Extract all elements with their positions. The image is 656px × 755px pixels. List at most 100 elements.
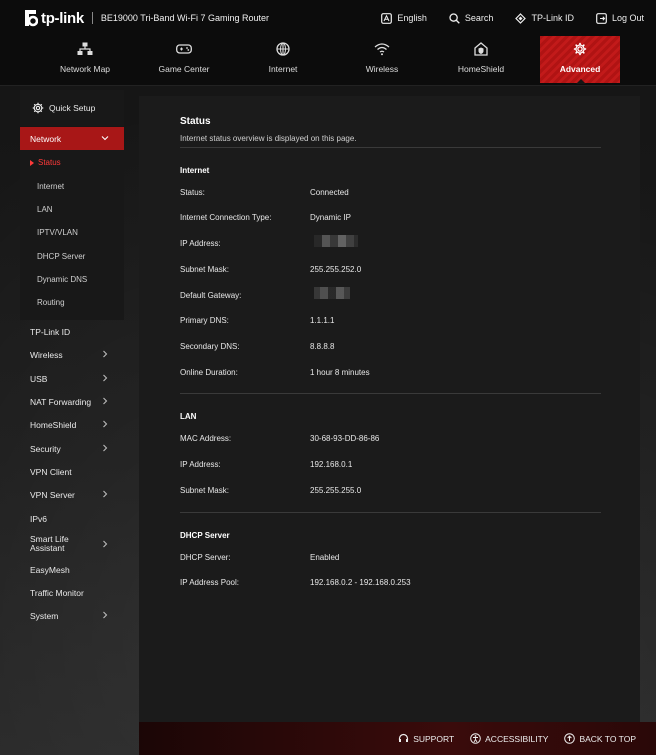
sidebar-subitem-lan[interactable]: LAN <box>20 198 124 221</box>
sidebar-subitem-iptv[interactable]: IPTV/VLAN <box>20 221 124 244</box>
back-to-top-label: BACK TO TOP <box>579 733 636 744</box>
quick-setup-gear-icon <box>32 102 44 114</box>
tab-label: HomeShield <box>457 64 505 74</box>
logout-link[interactable]: Log Out <box>596 12 644 24</box>
tab-label: Advanced <box>559 64 601 74</box>
tplink-id-label: TP-Link ID <box>531 13 574 23</box>
gear-icon <box>573 42 587 56</box>
logout-label: Log Out <box>611 13 644 23</box>
sidebar-item-wireless[interactable]: Wireless <box>20 343 124 366</box>
sidebar-item-security[interactable]: Security <box>20 437 124 460</box>
logo-separator <box>91 12 93 24</box>
sidebar-item-vpn-server[interactable]: VPN Server <box>20 483 124 506</box>
chevron-right-icon <box>103 540 108 548</box>
homeshield-icon <box>474 42 488 56</box>
main-nav: Network Map Game Center Internet Wireles… <box>0 36 656 86</box>
tplink-id-link[interactable]: TP-Link ID <box>515 12 574 24</box>
sidebar-item-tplink-id[interactable]: TP-Link ID <box>20 320 124 343</box>
ip-pool-label: IP Address Pool: <box>180 578 239 587</box>
tab-wireless[interactable]: Wireless <box>342 36 422 83</box>
chevron-up-icon <box>101 136 109 141</box>
brand[interactable]: tp-link BE19000 Tri-Band Wi-Fi 7 Gaming … <box>20 9 269 27</box>
sidebar-item-usb[interactable]: USB <box>20 367 124 390</box>
search-link[interactable]: Search <box>449 12 494 24</box>
accessibility-label: ACCESSIBILITY <box>485 733 549 744</box>
divider <box>180 147 601 148</box>
sidebar-item-system[interactable]: System <box>20 604 124 627</box>
conn-type-label: Internet Connection Type: <box>180 213 272 222</box>
headset-icon <box>399 733 409 742</box>
network-map-icon <box>77 42 93 55</box>
divider <box>180 393 601 394</box>
tab-label: Network Map <box>59 64 111 74</box>
sidebar-subitem-routing[interactable]: Routing <box>20 291 124 314</box>
ip-pool-value: 192.168.0.2 - 192.168.0.253 <box>310 578 411 587</box>
sidebar-item-label: USB <box>30 373 48 384</box>
sidebar-item-label: HomeShield <box>30 419 77 430</box>
language-label: English <box>397 13 427 23</box>
sidebar-item-traffic-monitor[interactable]: Traffic Monitor <box>20 581 124 604</box>
support-link[interactable]: SUPPORT <box>398 733 454 744</box>
sidebar-item-network[interactable]: Network <box>20 127 124 150</box>
sidebar-item-label: EasyMesh <box>30 564 70 575</box>
sidebar-item-label: Quick Setup <box>49 103 96 113</box>
sidebar-item-quick-setup[interactable]: Quick Setup <box>20 90 124 126</box>
sidebar-subitem-status[interactable]: Status <box>20 151 124 174</box>
sidebar-item-homeshield[interactable]: HomeShield <box>20 413 124 436</box>
lan-subnet-value: 255.255.255.0 <box>310 486 362 495</box>
sidebar: Quick Setup Network Status Internet LAN … <box>20 90 124 630</box>
accessibility-link[interactable]: ACCESSIBILITY <box>470 733 548 744</box>
lan-ip-value: 192.168.0.1 <box>310 460 353 469</box>
sidebar-item-label: Dynamic DNS <box>37 275 88 284</box>
sidebar-item-label: IPv6 <box>30 513 48 524</box>
tab-game-center[interactable]: Game Center <box>144 36 224 83</box>
language-icon <box>381 12 393 24</box>
sidebar-item-easymesh[interactable]: EasyMesh <box>20 558 124 581</box>
product-name: BE19000 Tri-Band Wi-Fi 7 Gaming Router <box>100 13 269 23</box>
page-title: Status <box>180 116 211 127</box>
internet-ip-redacted <box>314 235 358 247</box>
sidebar-item-label: TP-Link ID <box>30 326 71 337</box>
internet-subnet-value: 255.255.252.0 <box>310 265 362 274</box>
tplink-id-icon <box>515 12 527 24</box>
language-link[interactable]: English <box>381 12 427 24</box>
sidebar-item-smart-life[interactable]: Smart Life Assistant <box>20 531 124 557</box>
sidebar-item-label: Traffic Monitor <box>30 587 84 598</box>
lan-subnet-label: Subnet Mask: <box>180 486 229 495</box>
sidebar-item-ipv6[interactable]: IPv6 <box>20 507 124 530</box>
sidebar-item-label: VPN Client <box>30 466 72 477</box>
online-duration-value: 1 hour 8 minutes <box>310 368 370 377</box>
tab-homeshield[interactable]: HomeShield <box>441 36 521 83</box>
accessibility-icon <box>470 733 481 744</box>
chevron-right-icon <box>103 611 108 619</box>
dhcp-server-label: DHCP Server: <box>180 553 231 562</box>
active-tab-caret <box>576 79 586 84</box>
secondary-dns-value: 8.8.8.8 <box>310 342 335 351</box>
logo-text: tp-link <box>41 9 84 27</box>
internet-ip-label: IP Address: <box>180 239 221 248</box>
internet-status-value: Connected <box>310 188 349 197</box>
sidebar-subitem-ddns[interactable]: Dynamic DNS <box>20 268 124 291</box>
gateway-label: Default Gateway: <box>180 291 242 300</box>
sidebar-item-label-line2: Assistant <box>30 543 65 553</box>
back-to-top-link[interactable]: BACK TO TOP <box>564 733 636 744</box>
tab-advanced[interactable]: Advanced <box>540 36 620 84</box>
sidebar-item-label: IPTV/VLAN <box>37 228 78 237</box>
sidebar-subitem-internet[interactable]: Internet <box>20 175 124 198</box>
sidebar-item-vpn-client[interactable]: VPN Client <box>20 460 124 483</box>
section-lan-title: LAN <box>180 412 197 421</box>
sidebar-subitem-dhcp[interactable]: DHCP Server <box>20 245 124 268</box>
primary-dns-label: Primary DNS: <box>180 316 229 325</box>
section-dhcp-title: DHCP Server <box>180 531 230 540</box>
lan-ip-label: IP Address: <box>180 460 221 469</box>
sidebar-item-nat[interactable]: NAT Forwarding <box>20 390 124 413</box>
tab-internet[interactable]: Internet <box>243 36 323 83</box>
tab-label: Internet <box>268 64 298 74</box>
tab-label: Game Center <box>158 64 210 74</box>
divider <box>180 512 601 513</box>
tab-network-map[interactable]: Network Map <box>45 36 125 83</box>
search-label: Search <box>464 13 494 23</box>
status-panel: Status Internet status overview is displ… <box>139 96 640 722</box>
arrow-up-icon <box>564 733 576 744</box>
sidebar-item-label: DHCP Server <box>37 252 86 261</box>
